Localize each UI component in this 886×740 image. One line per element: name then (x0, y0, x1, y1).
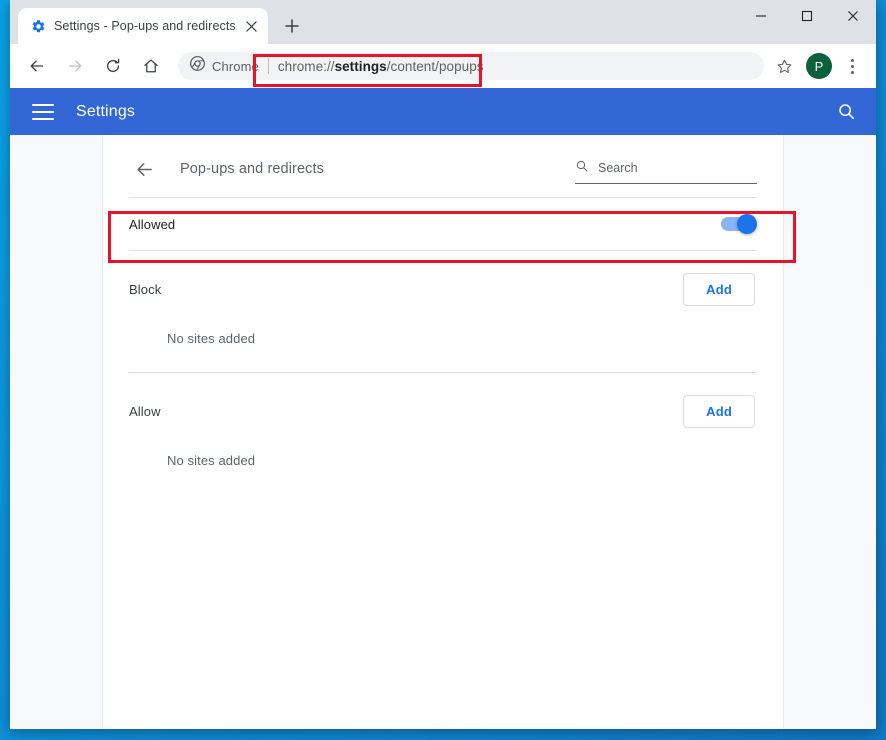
hamburger-menu-icon[interactable] (32, 103, 54, 120)
url-path: /content/popups (386, 58, 484, 74)
avatar[interactable]: P (806, 53, 832, 79)
allow-heading: Allow (129, 403, 161, 419)
window-controls (738, 0, 876, 32)
allowed-toggle-row[interactable]: Allowed (125, 198, 761, 250)
url-input-wrapper[interactable]: chrome://settings/content/popups (278, 52, 764, 80)
tab-title: Settings - Pop-ups and redirects (54, 19, 236, 33)
close-button[interactable] (830, 0, 876, 32)
toggle-knob (737, 214, 757, 234)
allow-section-header: Allow Add (125, 381, 761, 441)
search-placeholder: Search (598, 161, 638, 175)
page-title: Settings (76, 102, 136, 120)
allow-empty-text: No sites added (167, 453, 256, 468)
block-heading: Block (129, 281, 162, 297)
subpage-header: Pop-ups and redirects Search (125, 135, 761, 197)
new-tab-button[interactable] (278, 12, 306, 40)
kebab-menu-icon[interactable] (838, 52, 866, 80)
star-icon[interactable] (770, 52, 798, 80)
address-bar[interactable]: Chrome chrome://settings/content/popups (178, 52, 764, 80)
allow-add-button[interactable]: Add (683, 394, 755, 428)
settings-gear-icon (30, 18, 46, 34)
block-section: Block Add No sites added (125, 251, 761, 372)
home-icon[interactable] (136, 51, 166, 81)
url-text: chrome://settings/content/popups (278, 59, 484, 74)
block-add-button[interactable]: Add (683, 272, 755, 306)
chrome-badge-label: Chrome (212, 58, 259, 74)
chrome-badge: Chrome (178, 56, 259, 76)
search-icon (575, 159, 589, 178)
allowed-label: Allowed (129, 216, 176, 232)
subpage-title: Pop-ups and redirects (180, 161, 324, 177)
browser-toolbar: Chrome chrome://settings/content/popups … (10, 44, 876, 88)
reload-icon[interactable] (98, 51, 128, 81)
back-arrow-icon[interactable] (22, 51, 52, 81)
url-prefix: chrome:// (277, 58, 335, 74)
browser-tab[interactable]: Settings - Pop-ups and redirects (18, 8, 268, 44)
tab-strip: Settings - Pop-ups and redirects (10, 0, 876, 44)
minimize-button[interactable] (738, 0, 784, 32)
url-domain: settings (334, 58, 387, 74)
settings-header-bar: Settings (10, 88, 876, 135)
block-section-header: Block Add (125, 259, 761, 319)
settings-card: Pop-ups and redirects Search Allowed Blo… (102, 135, 784, 729)
chrome-logo-icon (190, 56, 205, 76)
settings-content-area: Pop-ups and redirects Search Allowed Blo… (10, 135, 876, 729)
maximize-button[interactable] (784, 0, 830, 32)
browser-window: Settings - Pop-ups and redirects Chrome … (10, 0, 876, 729)
allow-section: Allow Add No sites added (125, 373, 761, 494)
back-arrow-icon[interactable] (129, 154, 159, 184)
desktop-background: Settings - Pop-ups and redirects Chrome … (0, 0, 886, 740)
forward-arrow-icon (60, 51, 90, 81)
omnibox-separator (267, 58, 269, 74)
search-icon[interactable] (834, 100, 858, 124)
block-empty-text: No sites added (167, 331, 256, 346)
search-input[interactable]: Search (575, 159, 757, 184)
tab-close-icon[interactable] (244, 18, 260, 34)
allowed-toggle[interactable] (721, 214, 757, 234)
